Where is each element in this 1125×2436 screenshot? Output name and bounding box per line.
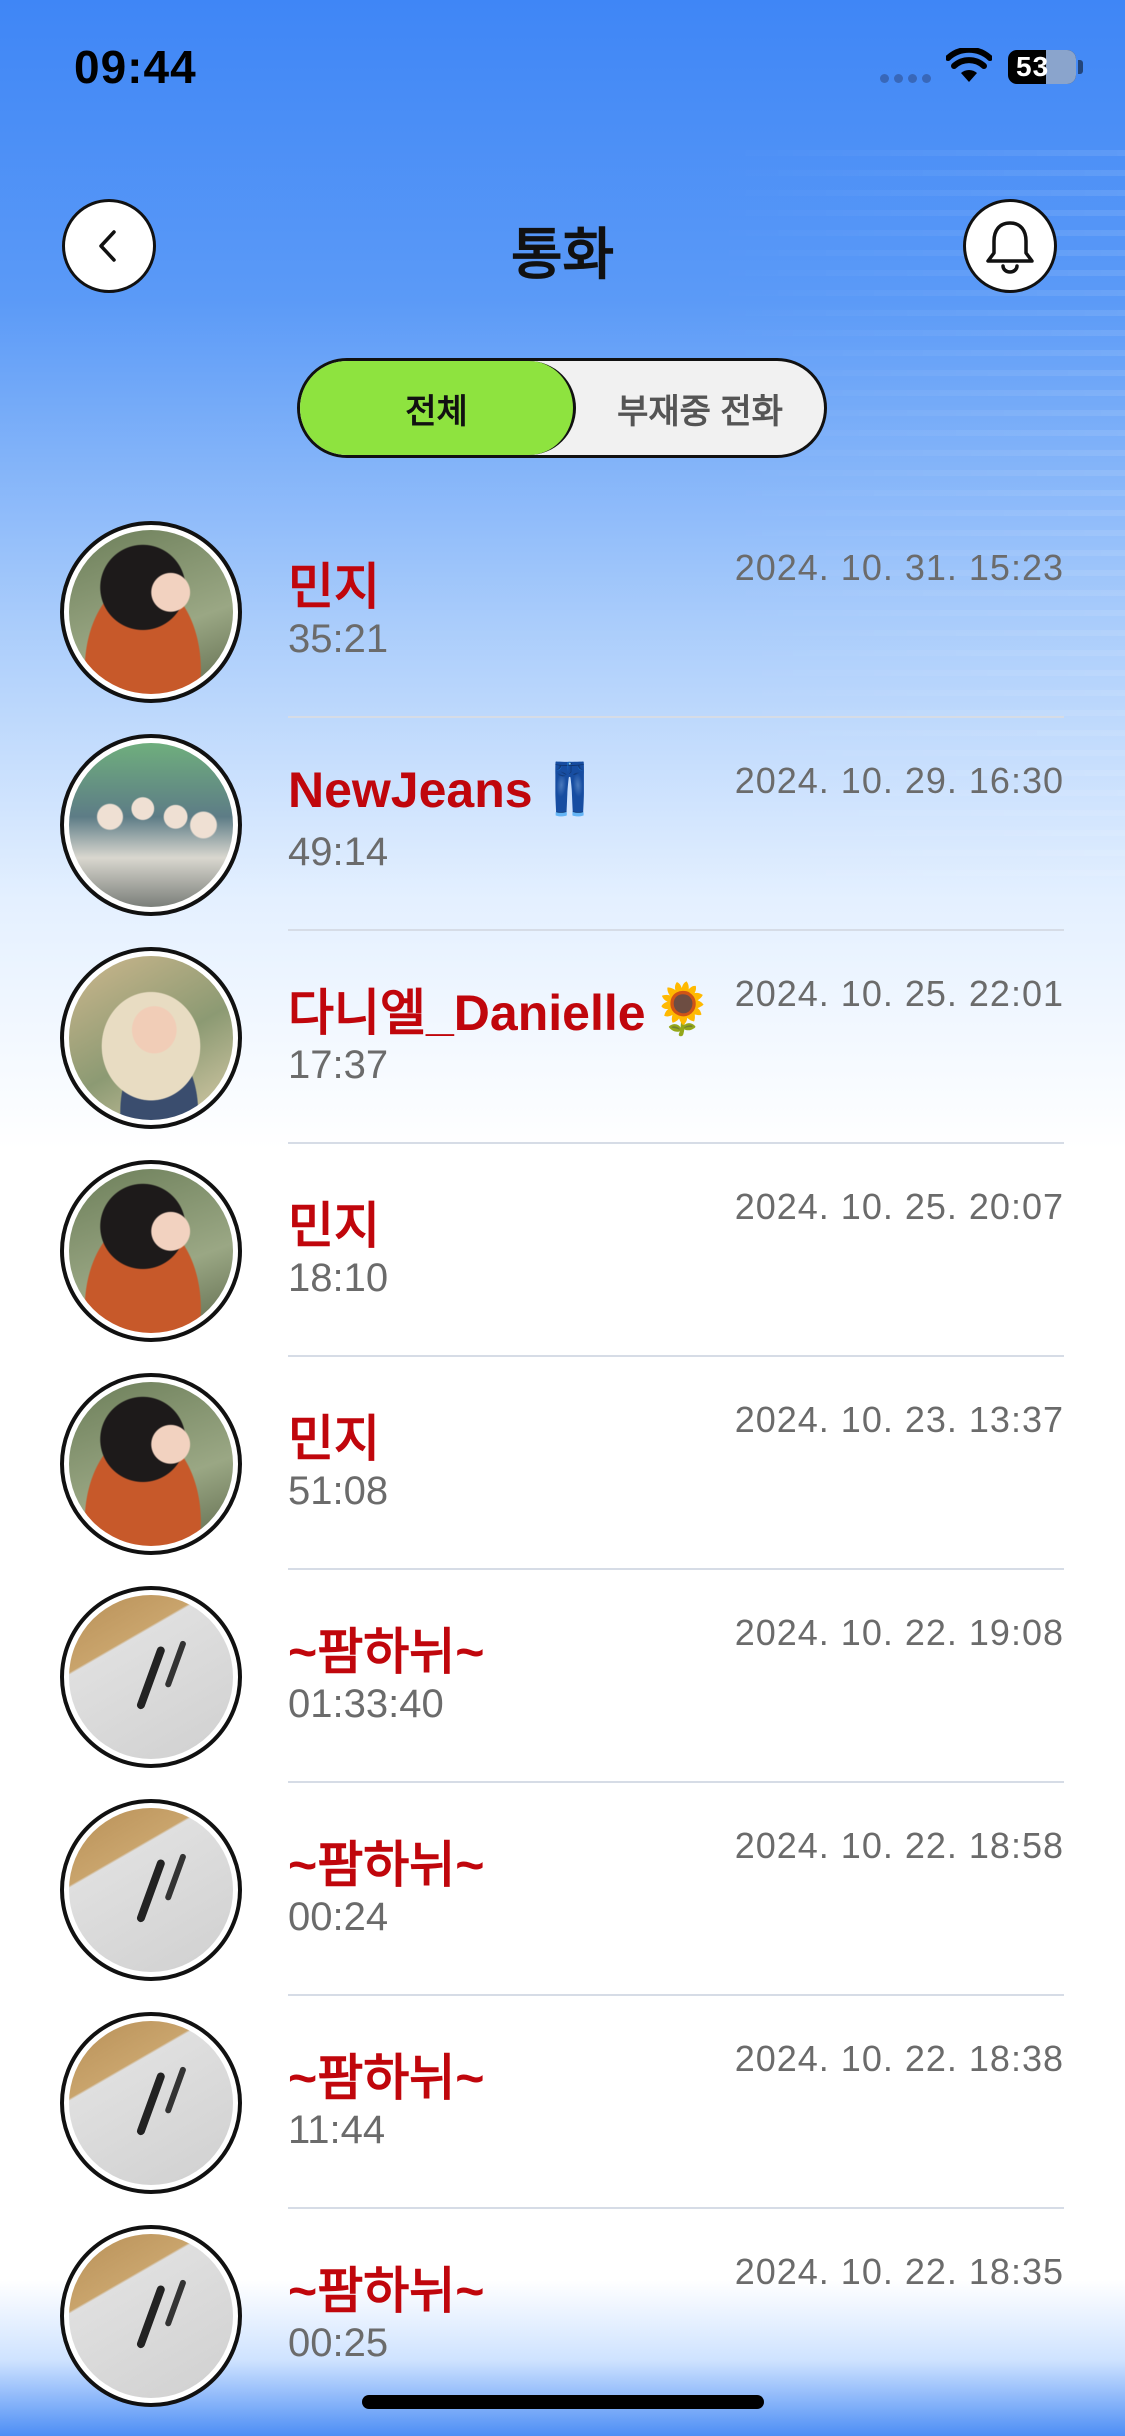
call-item[interactable]: 민지 51:08 2024. 10. 23. 13:37	[0, 1357, 1125, 1570]
call-item[interactable]: 다니엘_Danielle 🌻 17:37 2024. 10. 25. 22:01	[0, 931, 1125, 1144]
call-duration: 00:24	[288, 1895, 389, 1939]
profile-photo	[69, 1808, 233, 1972]
avatar[interactable]	[60, 2225, 242, 2407]
call-item[interactable]: 민지 35:21 2024. 10. 31. 15:23	[0, 505, 1125, 718]
call-datetime: 2024. 10. 25. 22:01	[734, 973, 1064, 1014]
tab-missed-calls[interactable]: 부재중 전화	[576, 361, 824, 455]
battery-level: 53	[1016, 51, 1050, 82]
contact-name: 민지	[288, 1411, 380, 1467]
contact-name: ~팜하뉘~	[288, 2050, 485, 2106]
home-indicator[interactable]	[362, 2395, 764, 2409]
call-datetime: 2024. 10. 31. 15:23	[734, 547, 1064, 588]
avatar[interactable]	[60, 1799, 242, 1981]
call-datetime: 2024. 10. 22. 19:08	[734, 1612, 1064, 1653]
profile-photo	[69, 2021, 233, 2185]
status-bar: 09:44 53	[0, 0, 1125, 130]
avatar[interactable]	[60, 2012, 242, 2194]
call-duration: 51:08	[288, 1469, 389, 1513]
contact-name: 민지	[288, 1198, 380, 1254]
call-item[interactable]: ~팜하뉘~ 00:24 2024. 10. 22. 18:58	[0, 1783, 1125, 1996]
contact-name: ~팜하뉘~	[288, 1837, 485, 1893]
call-datetime: 2024. 10. 22. 18:38	[734, 2038, 1064, 2079]
profile-photo	[69, 530, 233, 694]
contact-name: ~팜하뉘~	[288, 1624, 485, 1680]
tab-all[interactable]: 전체	[300, 361, 576, 455]
status-time: 09:44	[74, 41, 197, 93]
contact-name: 다니엘_Danielle 🌻	[288, 980, 714, 1042]
cellular-signal-icon	[880, 74, 931, 83]
avatar[interactable]	[60, 1373, 242, 1555]
call-list: 민지 35:21 2024. 10. 31. 15:23 NewJeans 👖 4…	[0, 505, 1125, 2422]
profile-photo	[69, 956, 233, 1120]
call-datetime: 2024. 10. 29. 16:30	[734, 760, 1064, 801]
call-datetime: 2024. 10. 22. 18:58	[734, 1825, 1064, 1866]
avatar[interactable]	[60, 734, 242, 916]
call-item[interactable]: 민지 18:10 2024. 10. 25. 20:07	[0, 1144, 1125, 1357]
call-item[interactable]: ~팜하뉘~ 00:25 2024. 10. 22. 18:35	[0, 2209, 1125, 2422]
call-item[interactable]: ~팜하뉘~ 01:33:40 2024. 10. 22. 19:08	[0, 1570, 1125, 1783]
avatar[interactable]	[60, 1586, 242, 1768]
avatar[interactable]	[60, 521, 242, 703]
call-duration: 17:37	[288, 1043, 389, 1087]
profile-photo	[69, 1382, 233, 1546]
jeans-emoji: 👖	[538, 761, 601, 817]
sunflower-emoji: 🌻	[651, 980, 714, 1037]
call-duration: 18:10	[288, 1256, 389, 1300]
call-datetime: 2024. 10. 25. 20:07	[734, 1186, 1064, 1227]
call-duration: 01:33:40	[288, 1682, 444, 1726]
call-item[interactable]: NewJeans 👖 49:14 2024. 10. 29. 16:30	[0, 718, 1125, 931]
wifi-icon	[946, 48, 992, 82]
call-duration: 00:25	[288, 2321, 389, 2365]
page-title: 통화	[510, 223, 615, 286]
battery-cap	[1078, 60, 1083, 74]
profile-photo	[69, 1169, 233, 1333]
avatar[interactable]	[60, 947, 242, 1129]
avatar[interactable]	[60, 1160, 242, 1342]
profile-photo	[69, 743, 233, 907]
battery-icon: 53	[1008, 50, 1076, 84]
call-datetime: 2024. 10. 23. 13:37	[734, 1399, 1064, 1440]
call-duration: 11:44	[288, 2108, 386, 2152]
notification-button[interactable]	[963, 199, 1057, 293]
contact-name: ~팜하뉘~	[288, 2263, 485, 2319]
call-duration: 35:21	[288, 617, 389, 661]
call-datetime: 2024. 10. 22. 18:35	[734, 2251, 1064, 2292]
contact-name: 민지	[288, 559, 380, 615]
contact-name: NewJeans 👖	[288, 761, 601, 818]
call-duration: 49:14	[288, 830, 389, 874]
call-filter-tabs: 전체 부재중 전화	[297, 358, 827, 458]
profile-photo	[69, 2234, 233, 2398]
call-item[interactable]: ~팜하뉘~ 11:44 2024. 10. 22. 18:38	[0, 1996, 1125, 2209]
profile-photo	[69, 1595, 233, 1759]
bell-icon	[986, 221, 1034, 274]
